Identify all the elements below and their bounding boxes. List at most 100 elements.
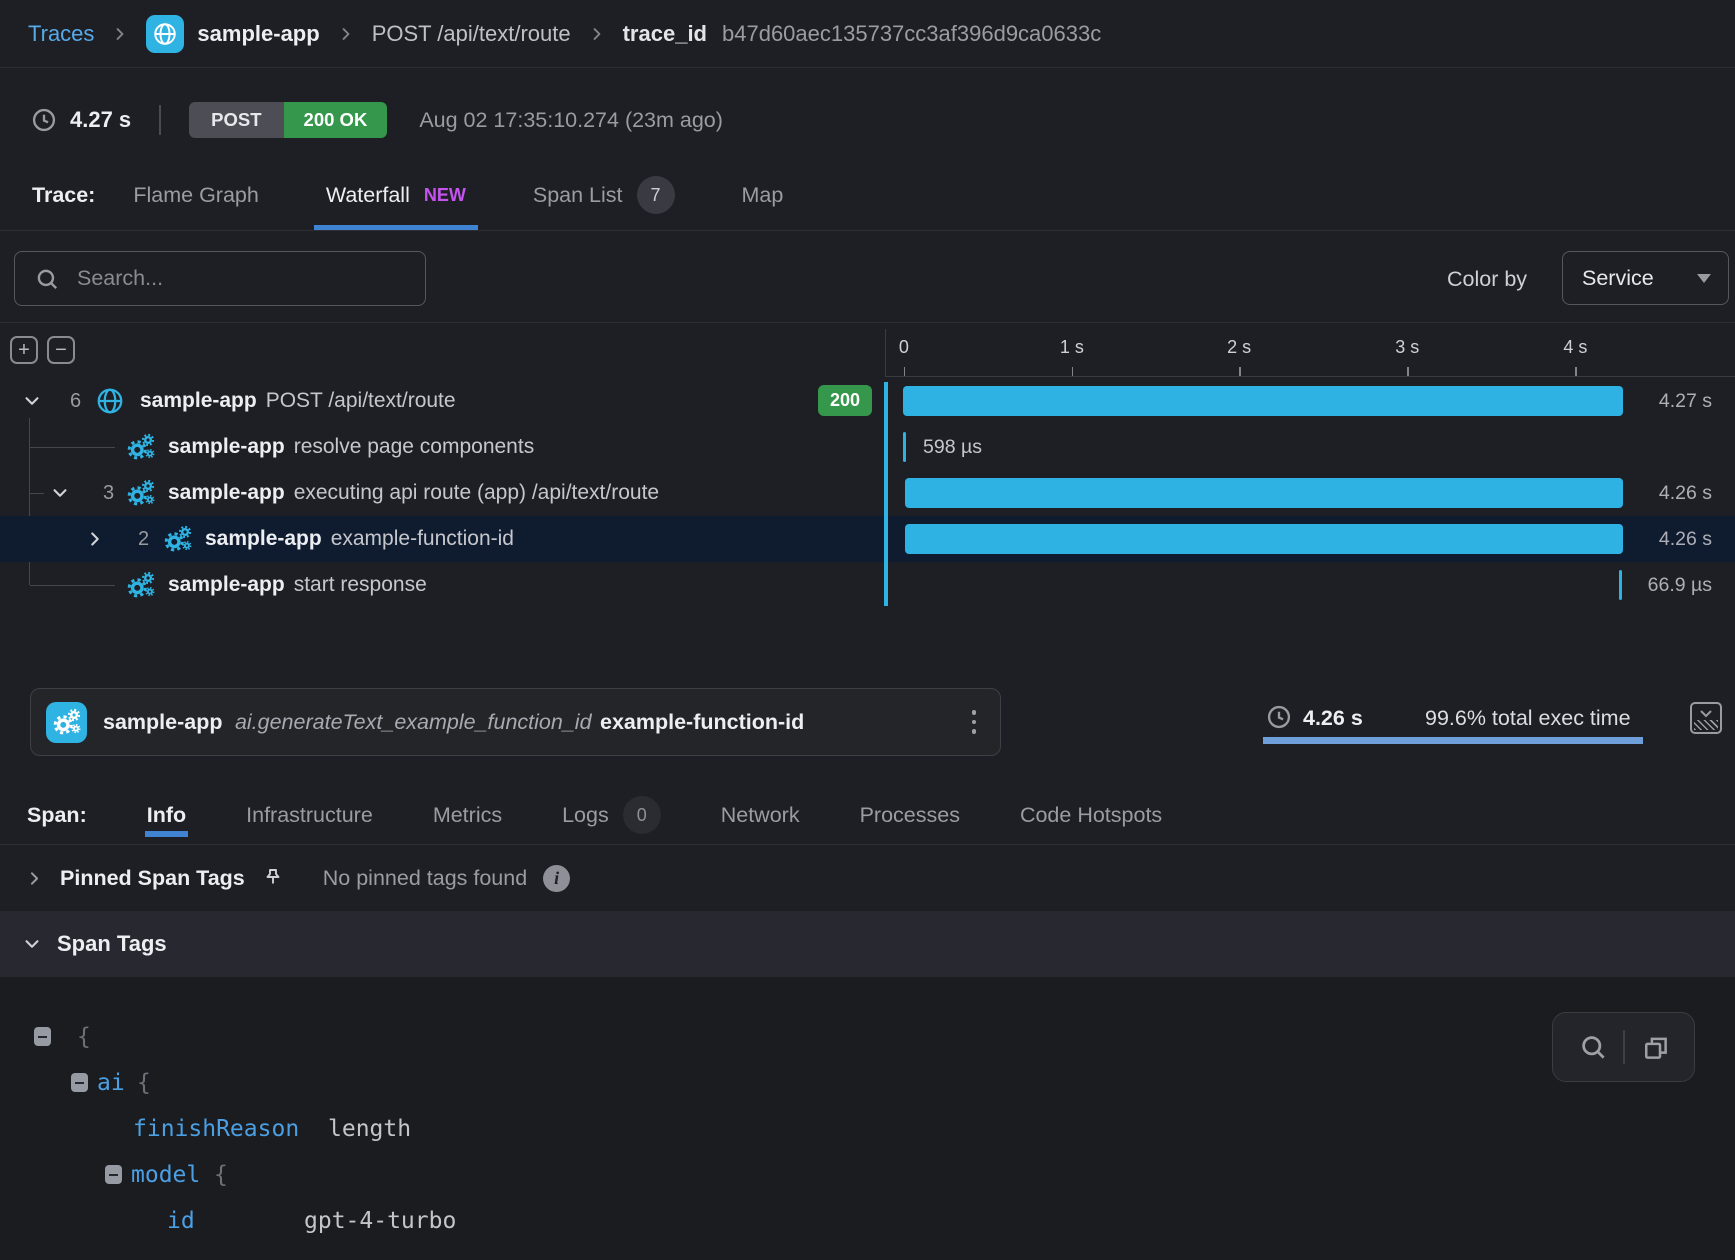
- breadcrumb-service[interactable]: sample-app: [146, 15, 319, 53]
- color-by-label: Color by: [1447, 250, 1527, 308]
- trace-summary: 4.27 s POST 200 OK Aug 02 17:35:10.274 (…: [30, 96, 1735, 144]
- json-line-finish-reason: finishReason length: [0, 1106, 1735, 1152]
- search-input[interactable]: [14, 251, 426, 306]
- caret-down-icon: [1697, 274, 1711, 283]
- json-line-ai: ai {: [0, 1060, 1735, 1106]
- tab-logs[interactable]: Logs 0: [562, 786, 661, 844]
- breadcrumb-resource[interactable]: POST /api/text/route: [372, 21, 571, 47]
- waterfall-row-executing[interactable]: 3 sample-appexecuting api route (app) /a…: [0, 470, 1735, 516]
- json-key: finishReason: [133, 1106, 299, 1152]
- gears-icon: [126, 478, 156, 508]
- pinned-span-tags-row: Pinned Span Tags No pinned tags found i: [0, 845, 1735, 911]
- span-bar[interactable]: [903, 386, 1623, 416]
- trace-tabs-label: Trace:: [32, 183, 95, 208]
- span-tags-json: { ai { finishReason length model { id gp…: [0, 977, 1735, 1260]
- collapse-toggle[interactable]: [71, 1073, 88, 1092]
- hatch-pattern: [1694, 720, 1718, 730]
- gears-icon: [46, 702, 87, 743]
- chevron-right-icon[interactable]: [25, 869, 44, 888]
- span-tags-header[interactable]: Span Tags: [0, 911, 1735, 977]
- pinned-span-tags-title[interactable]: Pinned Span Tags: [60, 866, 245, 891]
- expand-all-button[interactable]: +: [10, 336, 38, 364]
- tab-waterfall[interactable]: Waterfall NEW: [326, 160, 466, 230]
- span-duration: 66.9 µs: [1648, 562, 1712, 608]
- timeline-lane: [885, 562, 1735, 608]
- chevron-right-icon: [588, 25, 606, 43]
- tab-network[interactable]: Network: [721, 786, 800, 844]
- span-tree: 6 sample-appPOST /api/text/route 200 4.2…: [0, 378, 1735, 608]
- selected-span-card[interactable]: sample-app ai.generateText_example_funct…: [30, 688, 1001, 756]
- collapse-toggle[interactable]: [105, 1165, 122, 1184]
- waterfall-row-start-response[interactable]: sample-appstart response 66.9 µs: [0, 562, 1735, 608]
- trace-tabs: Trace: Flame Graph Waterfall NEW Span Li…: [0, 160, 1735, 231]
- info-icon[interactable]: i: [543, 865, 570, 892]
- tab-metrics[interactable]: Metrics: [433, 786, 502, 844]
- span-label: sample-appexample-function-id: [205, 516, 514, 562]
- breadcrumb-service-name: sample-app: [197, 21, 319, 47]
- json-brace: {: [77, 1014, 91, 1060]
- color-by-select[interactable]: Service: [1562, 251, 1729, 305]
- selected-span-title: sample-app ai.generateText_example_funct…: [103, 710, 804, 735]
- chevron-right-icon: [111, 25, 129, 43]
- axis-tick-label: 0: [899, 337, 909, 358]
- chevron-right-icon: [337, 25, 355, 43]
- tab-infrastructure[interactable]: Infrastructure: [246, 786, 373, 844]
- json-line-model: model {: [0, 1152, 1735, 1198]
- axis-tick: [1072, 367, 1074, 376]
- waterfall-toolbar: Color by Service: [0, 250, 1735, 308]
- axis-tick-label: 3 s: [1395, 337, 1419, 358]
- json-key: model: [131, 1152, 200, 1198]
- tab-flame-graph[interactable]: Flame Graph: [133, 160, 258, 230]
- exec-time-bar: [1263, 737, 1643, 744]
- pin-icon: [261, 866, 285, 890]
- globe-icon: [146, 15, 184, 53]
- waterfall-row-resolve[interactable]: sample-appresolve page components 598 µs: [0, 424, 1735, 470]
- collapse-toggle[interactable]: [34, 1027, 51, 1046]
- span-label: sample-appexecuting api route (app) /api…: [168, 470, 659, 516]
- tab-map[interactable]: Map: [742, 160, 784, 230]
- waterfall-panel: + − 0 1 s 2 s 3 s 4 s 6: [0, 323, 1735, 615]
- tree-expand-controls: + −: [10, 336, 75, 364]
- axis-tick-label: 2 s: [1227, 337, 1251, 358]
- json-key: id: [167, 1198, 195, 1244]
- tab-span-list[interactable]: Span List 7: [533, 160, 675, 230]
- chevron-down-icon[interactable]: [22, 934, 42, 954]
- execution-start-indicator: [884, 382, 888, 606]
- axis-tick-label: 4 s: [1563, 337, 1587, 358]
- tab-code-hotspots[interactable]: Code Hotspots: [1020, 786, 1162, 844]
- trace-timestamp: Aug 02 17:35:10.274 (23m ago): [419, 108, 723, 133]
- pinned-empty-message: No pinned tags found: [323, 866, 527, 891]
- json-value: length: [328, 1106, 411, 1152]
- timeline-lane: [885, 378, 1735, 424]
- tab-info[interactable]: Info: [147, 786, 186, 844]
- breadcrumb-traces-link[interactable]: Traces: [28, 21, 94, 47]
- span-bar[interactable]: [905, 478, 1623, 508]
- span-bar[interactable]: [1619, 570, 1622, 600]
- span-duration: 4.26 s: [1659, 470, 1712, 516]
- kebab-menu-icon[interactable]: [968, 706, 981, 738]
- axis-tick: [1239, 367, 1241, 376]
- gears-icon: [126, 570, 156, 600]
- waterfall-row-root[interactable]: 6 sample-appPOST /api/text/route 200 4.2…: [0, 378, 1735, 424]
- timeline-lane: 598 µs: [885, 424, 1735, 470]
- minimap-toggle-button[interactable]: [1690, 702, 1722, 734]
- json-value: gpt-4-turbo: [304, 1198, 456, 1244]
- breadcrumb: Traces sample-app POST /api/text/route t…: [0, 0, 1735, 68]
- span-label: sample-appstart response: [168, 562, 427, 608]
- clock-icon: [30, 106, 58, 134]
- span-bar[interactable]: [905, 524, 1623, 554]
- span-duration: 4.26 s: [1659, 516, 1712, 562]
- span-bar[interactable]: [903, 432, 906, 462]
- child-count: 2: [138, 516, 149, 562]
- span-label: sample-appPOST /api/text/route: [140, 378, 456, 424]
- status-code-badge: 200: [818, 385, 872, 416]
- tab-processes[interactable]: Processes: [860, 786, 960, 844]
- new-badge: NEW: [424, 185, 466, 206]
- collapse-all-button[interactable]: −: [47, 336, 75, 364]
- chevron-down-icon[interactable]: [22, 391, 42, 411]
- waterfall-row-example-function[interactable]: 2 sample-appexample-function-id 4.26 s: [0, 516, 1735, 562]
- chevron-down-icon[interactable]: [50, 483, 70, 503]
- gears-icon: [163, 524, 193, 554]
- span-tabs: Span: Info Infrastructure Metrics Logs 0…: [0, 786, 1735, 845]
- chevron-right-icon[interactable]: [85, 529, 105, 549]
